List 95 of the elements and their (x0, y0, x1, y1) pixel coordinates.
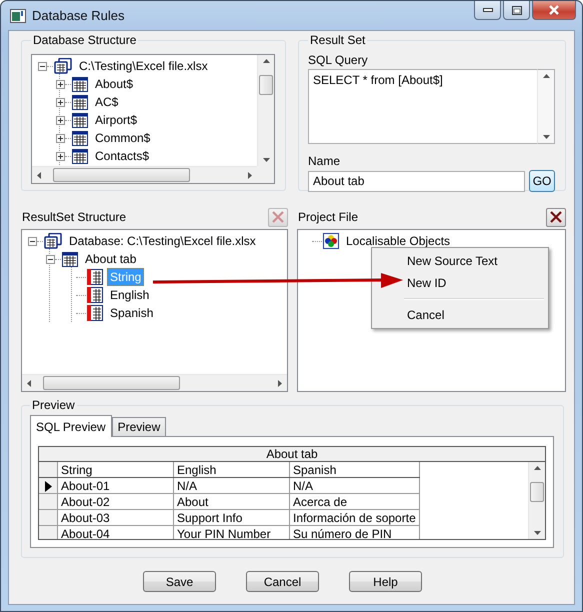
tree-item[interactable]: Database: C:\Testing\Excel file.xlsx (66, 232, 259, 250)
collapse-icon[interactable] (38, 62, 47, 70)
table-icon (72, 112, 88, 128)
tree-item[interactable]: Airport$ (92, 111, 140, 129)
database-icon (44, 233, 62, 249)
column-header[interactable]: English (174, 462, 290, 478)
column-icon (87, 305, 103, 321)
dialog-button[interactable]: Help (349, 571, 422, 592)
expand-icon[interactable] (56, 152, 65, 160)
scroll-left-icon[interactable] (37, 172, 41, 178)
close-icon (548, 5, 560, 15)
collapse-icon[interactable] (28, 236, 37, 246)
dialog-button[interactable]: Save (143, 571, 216, 592)
table-cell: About (174, 494, 290, 510)
grid-caption: About tab (39, 447, 545, 462)
menu-item[interactable]: New ID (374, 272, 546, 294)
database-icon (54, 58, 72, 74)
scroll-up-icon[interactable] (542, 74, 550, 78)
field-label: SQL Query (308, 53, 369, 67)
tab[interactable]: SQL Preview (30, 415, 112, 437)
tree-item[interactable]: English (107, 286, 152, 304)
tree-item[interactable]: AC$ (92, 93, 122, 111)
query-field[interactable]: SELECT * from [About$] (308, 69, 537, 144)
table-icon (72, 130, 88, 146)
panel-title: Project File (297, 210, 358, 224)
current-row-icon (45, 481, 52, 492)
table-icon (72, 148, 88, 164)
delete-button[interactable] (546, 208, 566, 226)
tree-item[interactable]: Localisable Objects (343, 232, 454, 250)
row-header[interactable] (39, 478, 58, 494)
scroll-right-icon[interactable] (248, 172, 252, 178)
horizontal-scrollbar[interactable] (22, 374, 287, 391)
expand-icon[interactable] (56, 80, 65, 88)
tab[interactable]: Preview (112, 417, 166, 436)
table-cell: N/A (174, 478, 290, 494)
column-header[interactable]: Spanish (290, 462, 420, 478)
table-cell: Support Info (174, 510, 290, 526)
delete-icon (271, 210, 285, 224)
scroll-down-icon[interactable] (534, 531, 540, 535)
menu-item[interactable]: Cancel (374, 304, 546, 326)
tree-item[interactable]: Contacts$ (92, 147, 152, 165)
maximize-icon (512, 6, 522, 14)
minimize-icon (482, 8, 492, 12)
tree-item[interactable]: About$ (92, 75, 136, 93)
tree-item[interactable]: Spanish (107, 304, 156, 322)
collapse-icon[interactable] (46, 254, 55, 264)
window-title: Database Rules (32, 8, 124, 23)
table-cell: About-02 (58, 494, 174, 510)
name-field[interactable]: About tab (308, 170, 526, 192)
scroll-up-icon[interactable] (534, 466, 540, 470)
expand-icon[interactable] (56, 98, 65, 106)
scroll-thumb[interactable] (259, 75, 273, 95)
expand-icon[interactable] (56, 134, 65, 142)
table-cell: Acerca de (290, 494, 420, 510)
group-title: Result Set (309, 33, 366, 47)
table-cell: N/A (290, 478, 420, 494)
expand-icon[interactable] (56, 116, 65, 124)
close-button[interactable] (532, 1, 576, 20)
group-title: Database Structure (32, 33, 138, 47)
scroll-down-icon[interactable] (262, 158, 270, 162)
horizontal-scrollbar[interactable] (32, 166, 257, 183)
row-header (39, 462, 58, 478)
column-header[interactable]: String (58, 462, 174, 478)
scroll-thumb[interactable] (530, 482, 544, 502)
table-cell: About-03 (58, 510, 174, 526)
field-label: Name (308, 154, 342, 168)
tree-view[interactable]: C:\Testing\Excel file.xlsx About$ AC$ Airport$ Common$ Contacts$ (31, 54, 275, 184)
panel-title: ResultSet Structure (21, 210, 126, 224)
go-button[interactable]: GO (529, 170, 555, 192)
scroll-right-icon[interactable] (278, 380, 282, 386)
dialog-button[interactable]: Cancel (246, 571, 319, 592)
scroll-left-icon[interactable] (27, 380, 31, 386)
scroll-up-icon[interactable] (262, 59, 270, 63)
scroll-down-icon[interactable] (542, 135, 550, 139)
tree-item[interactable]: C:\Testing\Excel file.xlsx (76, 57, 211, 75)
delete-icon (549, 210, 563, 224)
group-title: Preview (31, 398, 76, 412)
table-icon (72, 76, 88, 92)
column-icon (87, 269, 103, 285)
app-icon (10, 8, 26, 22)
maximize-button[interactable] (503, 1, 530, 20)
circles-icon (323, 233, 339, 249)
tree-item[interactable]: About tab (82, 250, 140, 268)
tree-item[interactable]: Common$ (92, 129, 154, 147)
vertical-scrollbar[interactable] (537, 69, 555, 144)
scroll-thumb[interactable] (43, 376, 180, 390)
table-icon (72, 94, 88, 110)
column-icon (87, 287, 103, 303)
scroll-thumb[interactable] (53, 168, 190, 182)
tree-view[interactable]: Database: C:\Testing\Excel file.xlsx About tab String English Spanish (21, 229, 288, 392)
menu-item[interactable]: New Source Text (374, 250, 546, 272)
minimize-button[interactable] (474, 1, 501, 20)
table-cell: About-01 (58, 478, 174, 494)
table-icon (62, 252, 78, 266)
table-cell: Información de soporte (290, 510, 420, 526)
